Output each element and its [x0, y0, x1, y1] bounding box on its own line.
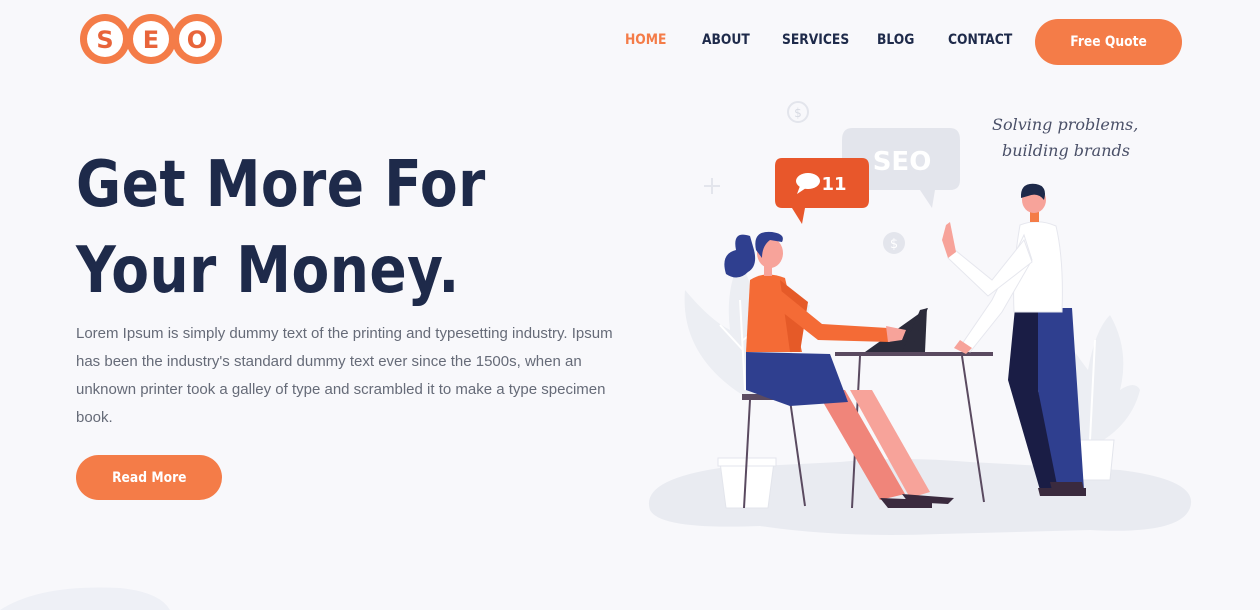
nav-home[interactable]: HOME: [625, 32, 666, 48]
nav-contact[interactable]: CONTACT: [948, 32, 1012, 48]
hero-illustration: $ $ SEO 11 Solving problems, building br…: [648, 101, 1192, 535]
tagline-line2: building brands: [1002, 141, 1130, 160]
svg-text:$: $: [890, 237, 898, 252]
nav-blog[interactable]: BLOG: [877, 32, 914, 48]
man-figure: [942, 183, 1086, 496]
nav-about[interactable]: ABOUT: [702, 32, 750, 48]
free-quote-button[interactable]: Free Quote: [1035, 19, 1182, 65]
read-more-label: Read More: [111, 469, 187, 486]
hero-title-line1: Get More For: [76, 148, 486, 222]
hero-title: Get More For Your Money.: [76, 142, 523, 314]
notification-count: 11: [821, 174, 846, 195]
free-quote-label: Free Quote: [1070, 34, 1147, 50]
plus-icon: [704, 178, 720, 194]
chat-notification-bubble: 11: [775, 158, 869, 224]
hero-description: Lorem Ipsum is simply dummy text of the …: [76, 325, 613, 426]
tagline-line1: Solving problems,: [992, 115, 1138, 134]
coin-icon: $: [883, 232, 905, 254]
svg-text:$: $: [794, 106, 802, 120]
coin-icon: $: [787, 101, 809, 123]
read-more-button[interactable]: Read More: [76, 455, 222, 500]
seo-bubble-text: SEO: [873, 147, 932, 177]
nav-services[interactable]: SERVICES: [782, 32, 849, 48]
bottom-wave-decoration: [0, 587, 170, 610]
hero-title-line2: Your Money.: [76, 234, 460, 308]
